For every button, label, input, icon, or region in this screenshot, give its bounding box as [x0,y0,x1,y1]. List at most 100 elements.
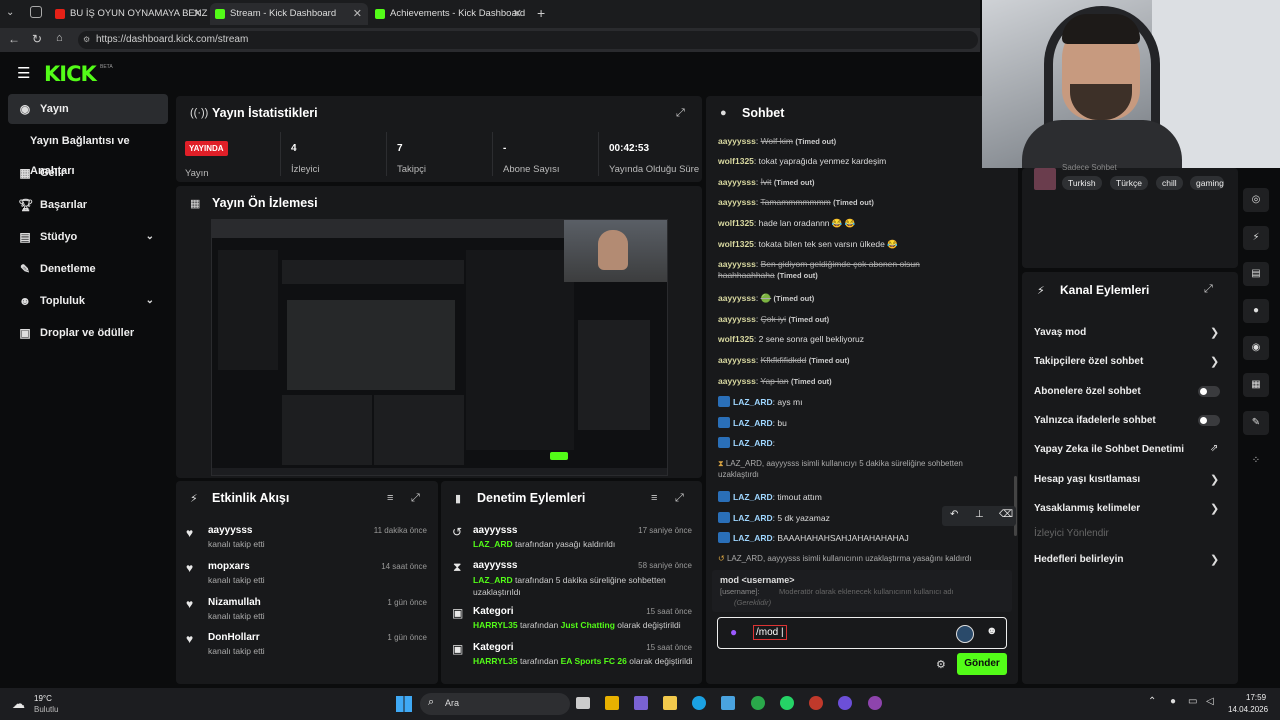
chat-username[interactable]: aayyysss [718,314,756,324]
modlog-category[interactable]: EA Sports FC 26 [561,656,627,666]
chat-username[interactable]: aayyysss [718,293,756,303]
new-tab-icon[interactable]: + [537,5,545,21]
expand-icon[interactable]: ⤢ [411,492,420,505]
taskbar-search[interactable]: ⌕ Ara [420,693,570,715]
chat-username[interactable]: aayyysss [718,197,756,207]
lightning-action-icon[interactable]: ⚡︎ [1243,226,1269,250]
sidebar-item-community[interactable]: ☻ Topluluk ⌄ [8,286,168,316]
notes-icon[interactable]: ▤ [1243,262,1269,286]
app-icon[interactable] [809,696,823,710]
chat-input-box[interactable]: ● /mod | ☻ [717,617,1007,649]
chevron-right-icon[interactable]: ❯ [1210,326,1219,339]
chat-username[interactable]: LAZ_ARD [733,492,773,502]
chat-bubble-icon[interactable]: ● [1243,299,1269,323]
chat-username[interactable]: aayyysss [718,259,756,269]
file-explorer-icon[interactable] [663,696,677,710]
emote-only-toggle[interactable] [1198,415,1220,426]
command-suggestion[interactable]: mod <username> [username]: Moderatör ola… [712,570,1012,612]
close-tab-icon[interactable]: ✕ [513,3,522,25]
filter-icon[interactable]: ≡ [651,492,657,504]
more-icon[interactable]: ⁘ [1243,449,1269,473]
tab-stream[interactable]: Stream - Kick Dashboard ✕ [210,3,368,25]
windows-start-icon[interactable] [396,696,412,712]
action-slow-mode[interactable]: Yavaş mod [1034,327,1086,338]
tag-gaming[interactable]: gaming [1190,176,1224,190]
action-banned-words[interactable]: Yasaklanmış kelimeler [1034,503,1140,514]
tab-achievements[interactable]: Achievements - Kick Dashboard ✕ [370,3,528,25]
wrench-icon[interactable]: ✎ [1243,411,1269,435]
activity-user[interactable]: mopxars [208,561,250,572]
chevron-right-icon[interactable]: ❯ [1210,473,1219,486]
app-icon[interactable] [751,696,765,710]
microphone-tray-icon[interactable]: ● [1170,696,1176,707]
whatsapp-icon[interactable] [780,696,794,710]
modlog-actor[interactable]: HARRYL35 [473,620,518,630]
send-button[interactable]: Gönder [957,653,1007,675]
app-icon[interactable] [634,696,648,710]
camera-icon[interactable]: ◎ [1243,188,1269,212]
activity-user[interactable]: Nizamullah [208,597,261,608]
reply-icon[interactable]: ↶ [950,509,958,520]
modlog-actor[interactable]: HARRYL35 [473,656,518,666]
chat-username[interactable]: wolf1325 [718,156,754,166]
emoji-icon[interactable]: ☻ [986,625,998,637]
action-subscribers-only[interactable]: Abonelere özel sohbet [1034,386,1141,397]
volume-icon[interactable]: ◁ [1206,696,1214,707]
back-icon[interactable]: ← [8,32,20,46]
chat-username[interactable]: LAZ_ARD [733,513,773,523]
chevron-right-icon[interactable]: ❯ [1210,502,1219,515]
chat-username[interactable]: wolf1325 [718,334,754,344]
workspaces-icon[interactable] [30,6,42,18]
subscribers-only-toggle[interactable] [1198,386,1220,397]
weather-temp[interactable]: 19°C [34,694,52,703]
sidebar-item-stream-key[interactable]: Yayın Bağlantısı ve Anahtarı [8,126,168,177]
tag-chill[interactable]: chill [1156,176,1183,190]
menu-icon[interactable]: ☰ [17,64,30,82]
sidebar-item-achievements[interactable]: 🏆︎ Başarılar [8,190,168,220]
tag-turkish[interactable]: Turkish [1062,176,1102,190]
refresh-icon[interactable]: ↻ [32,32,42,46]
tray-chevron-icon[interactable]: ⌃ [1148,696,1156,707]
network-icon[interactable]: ▭ [1188,696,1197,707]
clock-date[interactable]: 14.04.2026 [1228,705,1268,714]
chat-username[interactable]: LAZ_ARD [733,418,773,428]
chat-username[interactable]: aayyysss [718,355,756,365]
expand-icon[interactable]: ⤢ [675,492,684,505]
close-tab-icon[interactable]: ✕ [193,3,202,25]
home-icon[interactable]: ⌂ [56,32,63,44]
modlog-actor[interactable]: LAZ_ARD [473,539,513,549]
sidebar-item-stream[interactable]: ◉ Yayın [8,94,168,124]
modlog-target[interactable]: aayyysss [473,525,518,536]
action-emote-only[interactable]: Yalnızca ifadelerle sohbet [1034,415,1156,426]
kick-bot-icon[interactable] [956,625,974,643]
expand-icon[interactable]: ⤢ [676,107,685,120]
chat-settings-icon[interactable]: ⚙ [936,658,946,671]
modlog-actor[interactable]: LAZ_ARD [473,575,513,585]
kick-logo[interactable]: KICK [44,62,97,86]
sidebar-item-moderation[interactable]: ✎ Denetleme [8,254,168,284]
clock-time[interactable]: 17:59 [1246,693,1266,702]
chat-username[interactable]: wolf1325 [718,239,754,249]
modlog-category[interactable]: Just Chatting [561,620,615,630]
tab-youtube[interactable]: BU İŞ OYUN OYNAMAYA BENZEMİ ✕ [50,3,208,25]
action-goals[interactable]: Hedefleri belirleyin [1034,554,1123,565]
chat-username[interactable]: aayyysss [718,177,756,187]
activity-user[interactable]: DonHollarr [208,632,260,643]
chevron-right-icon[interactable]: ❯ [1210,553,1219,566]
broadcast-icon[interactable]: ◉ [1243,336,1269,360]
activity-user[interactable]: aayyysss [208,525,253,536]
chat-username[interactable]: LAZ_ARD [733,397,773,407]
chat-username[interactable]: LAZ_ARD [733,533,773,543]
expand-icon[interactable]: ⤢ [1204,283,1213,296]
action-account-age[interactable]: Hesap yaşı kısıtlaması [1034,474,1140,485]
sidebar-item-drops[interactable]: ▣ Droplar ve ödüller [8,318,168,348]
microphone-icon[interactable]: ● [730,625,737,639]
chat-input[interactable]: /mod | [753,625,787,640]
url-field[interactable]: ⚙ https://dashboard.kick.com/stream [78,31,978,49]
chat-username[interactable]: wolf1325 [718,218,754,228]
chat-username[interactable]: aayyysss [718,376,756,386]
store-icon[interactable] [721,696,735,710]
external-link-icon[interactable]: ⇗ [1210,443,1218,454]
action-followers-only[interactable]: Takipçilere özel sohbet [1034,356,1143,367]
task-view-icon[interactable] [576,697,590,709]
